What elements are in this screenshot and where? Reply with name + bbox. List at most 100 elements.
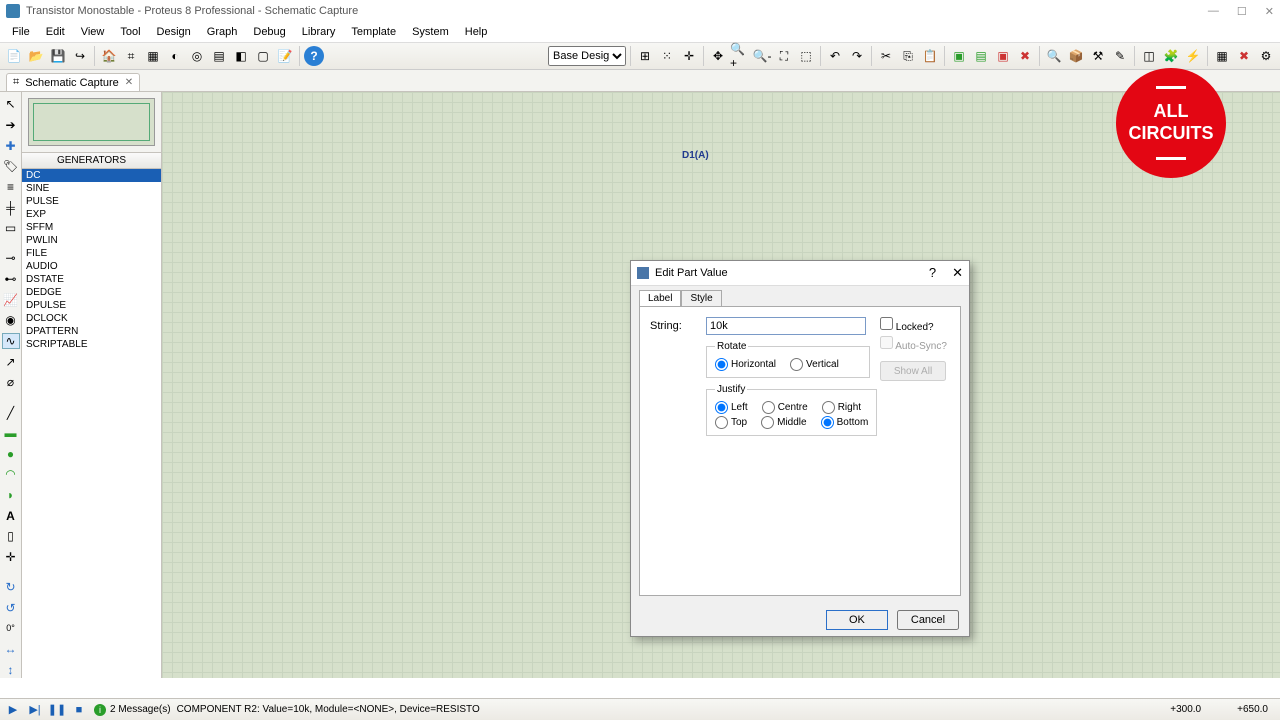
wire-icon[interactable]: ✎ [1110,46,1130,66]
pcb-icon[interactable]: ▦ [143,46,163,66]
schematic-canvas[interactable]: D1(A) Edit Part Value ? ✕ Label Style St… [162,92,1280,678]
ok-button[interactable]: OK [826,610,888,630]
marker-tool-icon[interactable]: ✛ [2,549,20,566]
zoom-in-icon[interactable]: 🔍+ [730,46,750,66]
box-tool-icon[interactable]: ▬ [2,425,20,442]
generator-item[interactable]: PWLIN [22,234,161,247]
block-rotate-icon[interactable]: ▣ [993,46,1013,66]
messages-panel[interactable]: i 2 Message(s) [94,704,171,716]
generator-item[interactable]: DEDGE [22,286,161,299]
grid-snap-icon[interactable]: ⊞ [635,46,655,66]
tape-tool-icon[interactable]: ◉ [2,312,20,329]
generator-item[interactable]: DC [22,169,161,182]
toggle-exclude-icon[interactable]: ◫ [1139,46,1159,66]
tab-label[interactable]: Label [639,290,681,306]
tab-style[interactable]: Style [681,290,721,306]
compile-icon[interactable]: ⚙ [1256,46,1276,66]
generator-item[interactable]: DPULSE [22,299,161,312]
terminal-tool-icon[interactable]: ⊸ [2,250,20,267]
justify-middle[interactable]: Middle [761,416,806,429]
generators-list[interactable]: DCSINEPULSEEXPSFFMPWLINFILEAUDIODSTATEDE… [22,169,161,678]
justify-bottom[interactable]: Bottom [821,416,869,429]
generator-item[interactable]: DPATTERN [22,325,161,338]
justify-right[interactable]: Right [822,401,861,414]
string-input[interactable] [706,317,866,335]
generator-item[interactable]: DSTATE [22,273,161,286]
justify-left[interactable]: Left [715,401,748,414]
graph-tool-icon[interactable]: 📈 [2,291,20,308]
open-icon[interactable]: 📂 [26,46,46,66]
selection-tool-icon[interactable]: ↖ [2,96,20,113]
menu-design[interactable]: Design [149,24,199,40]
save-icon[interactable]: 💾 [48,46,68,66]
generator-item[interactable]: DCLOCK [22,312,161,325]
angle-icon[interactable]: 0° [2,620,20,637]
home-icon[interactable]: 🏠 [99,46,119,66]
close-button[interactable]: ✕ [1265,5,1274,18]
play-icon[interactable]: ▶ [4,702,22,718]
pick-icon[interactable]: 🔍 [1044,46,1064,66]
text-tool-icon[interactable]: ≡ [2,179,20,196]
justify-top[interactable]: Top [715,416,747,429]
arc-tool-icon[interactable]: ◠ [2,466,20,483]
import-icon[interactable]: ↪ [70,46,90,66]
copy-icon[interactable]: ⎘ [898,46,918,66]
decompose-icon[interactable]: ⚒ [1088,46,1108,66]
junction-tool-icon[interactable]: ✚ [2,137,20,154]
rotate-horizontal[interactable]: Horizontal [715,358,776,371]
block-move-icon[interactable]: ▤ [971,46,991,66]
generator-item[interactable]: AUDIO [22,260,161,273]
menu-view[interactable]: View [73,24,113,40]
generator-item[interactable]: SCRIPTABLE [22,338,161,351]
menu-debug[interactable]: Debug [245,24,293,40]
package-icon[interactable]: 📦 [1066,46,1086,66]
dialog-close-icon[interactable]: ✕ [952,265,963,281]
3d-icon[interactable]: ◐ [165,46,185,66]
generator-item[interactable]: SFFM [22,221,161,234]
symbol-tool-icon[interactable]: ▯ [2,528,20,545]
property-icon[interactable]: ✖ [1234,46,1254,66]
schematic-icon[interactable]: ⌗ [121,46,141,66]
circle-tool-icon[interactable]: ● [2,445,20,462]
zoom-out-icon[interactable]: 🔍- [752,46,772,66]
menu-system[interactable]: System [404,24,457,40]
component-tool-icon[interactable]: ➔ [2,117,20,134]
generator-tool-icon[interactable]: ∿ [2,333,20,350]
locked-checkbox[interactable]: Locked? [880,317,950,333]
generator-item[interactable]: SINE [22,182,161,195]
instrument-tool-icon[interactable]: ⌀ [2,374,20,391]
generator-item[interactable]: PULSE [22,195,161,208]
subcircuit-tool-icon[interactable]: ▭ [2,220,20,237]
bus-tool-icon[interactable]: ╪ [2,199,20,216]
menu-graph[interactable]: Graph [199,24,246,40]
probe-tool-icon[interactable]: ↗ [2,353,20,370]
doc-icon[interactable]: 📝 [275,46,295,66]
line-tool-icon[interactable]: ╱ [2,404,20,421]
menu-template[interactable]: Template [343,24,404,40]
gerber-icon[interactable]: ◎ [187,46,207,66]
minimize-button[interactable]: — [1208,5,1219,18]
overview-thumbnail[interactable] [28,98,155,146]
zoom-all-icon[interactable]: ⛶ [774,46,794,66]
flip-v-icon[interactable]: ↕ [2,661,20,678]
redo-icon[interactable]: ↷ [847,46,867,66]
justify-centre[interactable]: Centre [762,401,808,414]
show-all-button[interactable]: Show All [880,361,946,381]
menu-tool[interactable]: Tool [112,24,148,40]
generator-item[interactable]: EXP [22,208,161,221]
zoom-area-icon[interactable]: ⬚ [796,46,816,66]
help-icon[interactable]: ? [304,46,324,66]
stop-icon[interactable]: ■ [70,702,88,718]
pause-icon[interactable]: ❚❚ [48,702,66,718]
menu-library[interactable]: Library [294,24,344,40]
flip-h-icon[interactable]: ↔ [2,641,20,658]
netlist-icon[interactable]: 🧩 [1161,46,1181,66]
pan-icon[interactable]: ✥ [708,46,728,66]
paste-icon[interactable]: 📋 [920,46,940,66]
menu-edit[interactable]: Edit [38,24,73,40]
step-icon[interactable]: ▶| [26,702,44,718]
maximize-button[interactable]: ☐ [1237,5,1247,18]
rotate-vertical[interactable]: Vertical [790,358,839,371]
code-icon[interactable]: ◧ [231,46,251,66]
block-delete-icon[interactable]: ✖ [1015,46,1035,66]
